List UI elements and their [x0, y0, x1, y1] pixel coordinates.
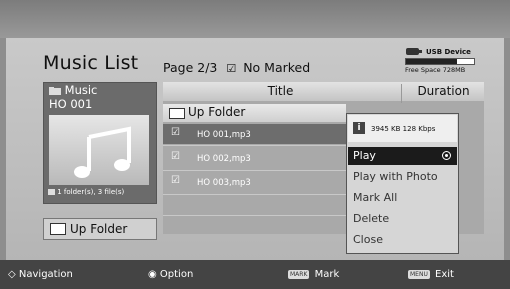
menu-key-icon: MENU — [408, 269, 430, 279]
menu-item-play-with-photo[interactable]: Play with Photo — [348, 168, 457, 186]
hint-exit: MENU Exit — [408, 269, 454, 280]
marked-check-icon: ☑ — [226, 62, 237, 75]
hint-navigation-label: Navigation — [18, 269, 73, 280]
preview-panel: Music HO 001 1 folder(s), 3 file(s) — [43, 82, 157, 204]
file-info-text: 3945 KB 128 Kbps — [371, 125, 436, 133]
hint-exit-label: Exit — [435, 269, 454, 280]
preview-track-name: HO 001 — [49, 97, 93, 111]
checkbox-icon[interactable]: ☑ — [171, 127, 180, 138]
marked-count: No Marked — [243, 60, 311, 75]
up-folder-button-label: Up Folder — [70, 222, 128, 236]
menu-item-label: Close — [353, 233, 383, 246]
storage-bar — [405, 58, 475, 65]
hint-option: ◉ Option — [148, 269, 193, 280]
folder-icon — [49, 86, 61, 95]
column-duration: Duration — [401, 84, 485, 103]
free-space-label: Free Space 728MB — [405, 66, 466, 74]
option-button-icon: ◉ — [148, 269, 157, 280]
usb-drive-icon — [406, 48, 422, 55]
storage-bar-fill — [406, 59, 457, 64]
hint-option-label: Option — [159, 269, 194, 280]
divider — [163, 194, 346, 195]
album-art — [49, 115, 149, 185]
mark-key-icon: MARK — [288, 269, 310, 279]
list-up-folder[interactable]: Up Folder — [163, 104, 346, 122]
list-item[interactable]: ☑ HO 003,mp3 — [163, 172, 346, 192]
list-up-folder-label: Up Folder — [188, 105, 246, 119]
preview-header: Music HO 001 — [49, 83, 97, 111]
menu-item-label: Play with Photo — [353, 170, 438, 183]
menu-item-close[interactable]: Close — [348, 231, 457, 249]
radio-selected-icon — [442, 151, 451, 160]
top-bar — [0, 0, 510, 38]
navigation-arrows-icon: ◇ — [8, 269, 16, 280]
music-note-icon — [74, 126, 131, 178]
page-title: Music List — [43, 52, 139, 74]
hint-mark: MARK Mark — [288, 269, 339, 280]
file-count-icon — [48, 189, 55, 195]
divider — [163, 170, 346, 171]
usb-device-label: USB Device — [426, 48, 471, 56]
menu-item-label: Play — [353, 149, 376, 162]
hint-mark-label: Mark — [314, 269, 340, 280]
file-name: HO 002,mp3 — [197, 154, 251, 164]
info-icon: i — [353, 122, 365, 134]
up-folder-icon — [50, 223, 66, 235]
usb-device-status: USB Device Free Space 728MB — [405, 46, 485, 76]
page-info: Page 2/3 ☑ No Marked — [163, 60, 310, 75]
divider — [163, 215, 346, 216]
file-name: HO 003,mp3 — [197, 178, 251, 188]
file-count-text: 1 folder(s), 3 file(s) — [57, 188, 125, 196]
up-folder-icon — [169, 108, 185, 119]
hint-navigation: ◇ Navigation — [8, 269, 73, 280]
list-header: Title Duration — [163, 82, 485, 103]
page-number: Page 2/3 — [163, 60, 218, 75]
menu-item-mark-all[interactable]: Mark All — [348, 189, 457, 207]
checkbox-icon[interactable]: ☑ — [171, 151, 180, 162]
menu-item-play[interactable]: Play — [348, 147, 457, 165]
file-count: 1 folder(s), 3 file(s) — [48, 188, 124, 196]
checkbox-icon[interactable]: ☑ — [171, 175, 180, 186]
folder-label: Music — [64, 83, 98, 97]
file-name: HO 001,mp3 — [197, 130, 251, 140]
divider — [163, 145, 346, 146]
menu-item-label: Mark All — [353, 191, 398, 204]
up-folder-button[interactable]: Up Folder — [43, 218, 157, 240]
bottom-help-bar: ◇ Navigation ◉ Option MARK Mark MENU Exi… — [0, 260, 510, 289]
file-info: i 3945 KB 128 Kbps — [348, 115, 457, 142]
menu-item-label: Delete — [353, 212, 390, 225]
menu-item-delete[interactable]: Delete — [348, 210, 457, 228]
list-item[interactable]: ☑ HO 002,mp3 — [163, 148, 346, 168]
column-title: Title — [267, 84, 294, 98]
option-menu: i 3945 KB 128 Kbps Play Play with Photo … — [346, 113, 459, 254]
list-item[interactable]: ☑ HO 001,mp3 — [163, 124, 346, 144]
